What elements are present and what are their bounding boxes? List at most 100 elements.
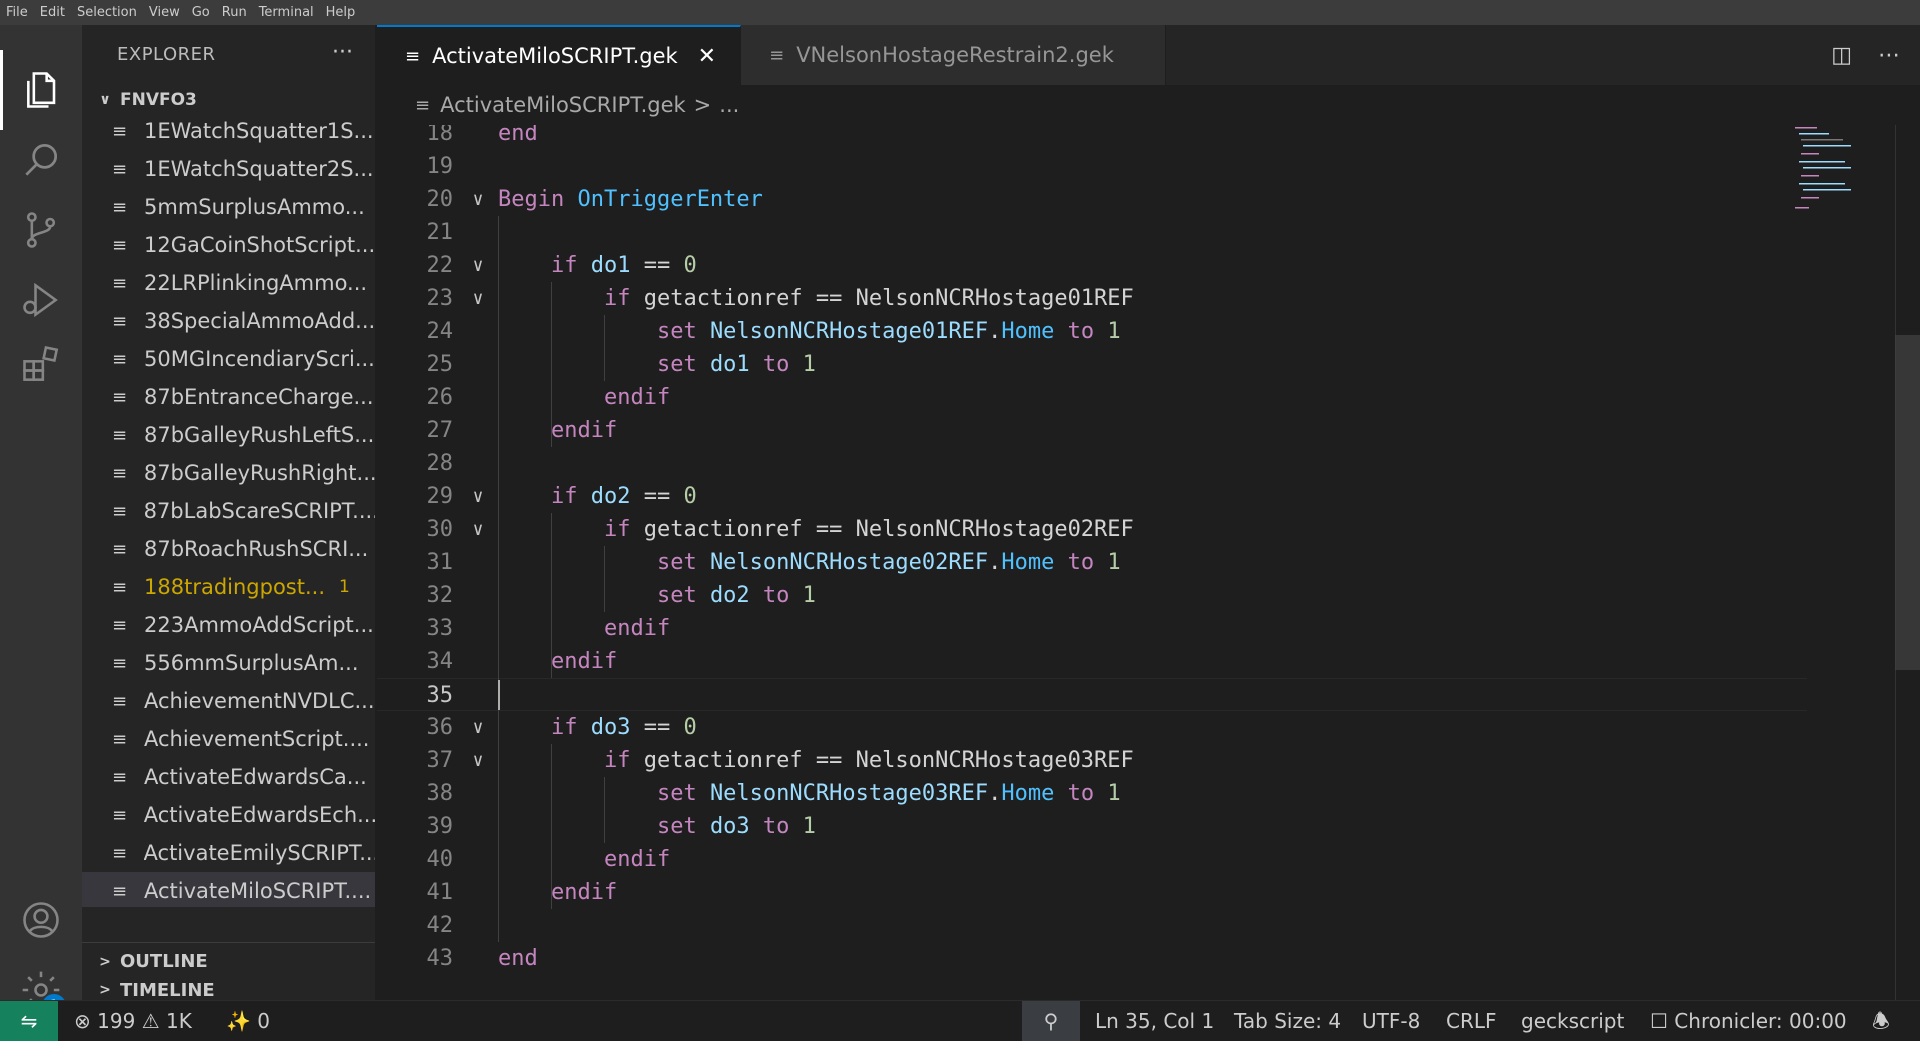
file-name: ActivateEdwardsEch... [143,803,375,827]
source-control-icon[interactable] [0,190,82,270]
code-token: do1 [709,352,750,377]
file-item[interactable]: ≡ 223AmmoAddScript... [82,606,375,644]
tab-label: ActivateMiloSCRIPT.gek [432,44,678,68]
chevron-right-icon: > [99,982,111,998]
zoom-icon[interactable]: ⚲ [1022,1001,1080,1041]
code-token: endif [550,880,618,905]
code-text: endif [498,381,670,414]
file-item[interactable]: ≡ 22LRPlinkingAmmo... [82,264,375,302]
warning-count: 1K [165,1009,192,1033]
menu-view[interactable]: View [143,0,186,25]
code-text: set do3 to 1 [498,810,816,843]
code-token: do1 [590,253,631,278]
problems-indicator[interactable]: ⊗ 199 ⚠ 1K [74,1001,192,1041]
menu-run[interactable]: Run [216,0,253,25]
file-item[interactable]: ≡ AchievementNVDLC... [82,682,375,720]
folder-header[interactable]: ∨ FNVFO3 [82,85,375,115]
tab-vnelsonhostagerestrain2[interactable]: ≡ VNelsonHostageRestrain2.gek [741,25,1167,85]
code-text: endif [498,843,670,876]
code-editor[interactable]: 18 end 19 20 ∨ Begin OnTriggerEnter 21 22 ∨ if d… [377,125,1920,1000]
menu-file[interactable]: File [0,0,34,25]
search-icon[interactable] [0,120,82,200]
scrollbar-thumb[interactable] [1895,335,1920,670]
menu-terminal[interactable]: Terminal [253,0,320,25]
account-icon[interactable] [0,880,82,960]
file-item[interactable]: ≡ 87bLabScareSCRIPT.... [82,492,375,530]
line-ending[interactable]: CRLF [1446,1001,1497,1041]
remote-icon[interactable]: ⇋ [0,1001,58,1041]
bell-icon[interactable]: 🕭 [1872,1001,1890,1041]
file-item[interactable]: ≡ 1EWatchSquatter1S... [82,117,375,150]
file-item[interactable]: ≡ 87bGalleyRushLeftS... [82,416,375,454]
code-token: 1 [1107,319,1121,344]
file-item[interactable]: ≡ 1EWatchSquatter2S... [82,150,375,188]
file-item[interactable]: ≡ 87bEntranceCharge... [82,378,375,416]
chronicler-status[interactable]: ☐ Chronicler: 00:00 [1650,1001,1847,1041]
code-text: endif [498,612,670,645]
file-lines-icon: ≡ [112,880,128,902]
menu-selection[interactable]: Selection [71,0,143,25]
code-token: to [749,352,803,377]
encoding[interactable]: UTF-8 [1362,1001,1420,1041]
file-lines-icon: ≡ [112,652,128,674]
cursor-position[interactable]: Ln 35, Col 1 [1095,1001,1214,1041]
code-text: endif [498,645,617,678]
minimap[interactable] [1795,125,1905,215]
line-number: 39 [426,814,454,839]
fold-chevron-icon[interactable]: ∨ [467,480,489,513]
fold-chevron-icon[interactable]: ∨ [467,183,489,216]
file-item[interactable]: ≡ 50MGIncendiaryScri... [82,340,375,378]
fold-chevron-icon[interactable]: ∨ [467,513,489,546]
file-item[interactable]: ≡ 87bGalleyRushRight... [82,454,375,492]
fold-chevron-icon[interactable]: ∨ [467,711,489,744]
menu-edit[interactable]: Edit [34,0,71,25]
indent-guide [551,744,552,909]
file-item[interactable]: ≡ 87bRoachRushSCRI... [82,530,375,568]
warning-icon: ⚠ [141,1009,160,1033]
language-mode[interactable]: geckscript [1521,1001,1624,1041]
more-actions-icon[interactable]: ⋯ [1878,43,1900,68]
file-name: 87bRoachRushSCRI... [144,537,369,561]
file-lines-icon: ≡ [405,45,421,67]
file-lines-icon: ≡ [112,500,128,522]
file-item[interactable]: ≡ 188tradingpost... 1 [82,568,375,606]
file-item[interactable]: ≡ ActivateEdwardsCa... [82,758,375,796]
breadcrumb-file[interactable]: ActivateMiloSCRIPT.gek [440,93,686,117]
code-token: NelsonNCRHostage03REF [709,781,989,806]
sidebar-title: EXPLORER [117,44,216,65]
menu-help[interactable]: Help [320,0,362,25]
code-line: 24 set NelsonNCRHostage01REF.Home to 1 [377,315,1807,348]
breadcrumb-symbol[interactable]: ... [719,93,739,117]
explorer-sidebar: EXPLORER ··· ∨ FNVFO3 ≡ 1EWatchSquatter1S… [82,25,375,1001]
tab-size[interactable]: Tab Size: 4 [1234,1001,1341,1041]
files-icon[interactable] [0,50,82,130]
menu-go[interactable]: Go [186,0,216,25]
split-editor-icon[interactable]: ◫ [1831,43,1852,68]
code-token: do3 [590,715,631,740]
fold-chevron-icon[interactable]: ∨ [467,249,489,282]
file-item[interactable]: ≡ ActivateEmilySCRIPT... [82,834,375,872]
file-item[interactable]: ≡ ActivateEdwardsEch... [82,796,375,834]
file-item[interactable]: ≡ AchievementScript.... [82,720,375,758]
file-item[interactable]: ≡ 5mmSurplusAmmo... [82,188,375,226]
more-actions-icon[interactable]: ··· [332,25,353,85]
outline-section[interactable]: > OUTLINE [82,942,375,980]
file-item[interactable]: ≡ 12GaCoinShotScript... [82,226,375,264]
ports-indicator[interactable]: ✨ 0 [226,1001,270,1041]
timeline-section[interactable]: > TIMELINE [82,980,375,1001]
file-item[interactable]: ≡ 556mmSurplusAm... [82,644,375,682]
fold-chevron-icon[interactable]: ∨ [467,282,489,315]
tab-activatemiloscript[interactable]: ≡ ActivateMiloSCRIPT.gek ✕ [377,25,742,85]
file-list: ≡ 1EWatchSquatter1S... ≡ 1EWatchSquatter2S.… [82,117,375,907]
file-item[interactable]: ≡ ActivateMiloSCRIPT.... [82,872,375,907]
fold-chevron-icon[interactable]: ∨ [467,744,489,777]
line-number: 35 [426,683,454,708]
line-number: 43 [426,946,454,971]
file-item[interactable]: ≡ 38SpecialAmmoAdd... [82,302,375,340]
close-icon[interactable]: ✕ [698,44,716,69]
extensions-icon[interactable] [0,325,82,405]
line-number: 41 [426,880,454,905]
code-text: set NelsonNCRHostage01REF.Home to 1 [498,315,1121,348]
